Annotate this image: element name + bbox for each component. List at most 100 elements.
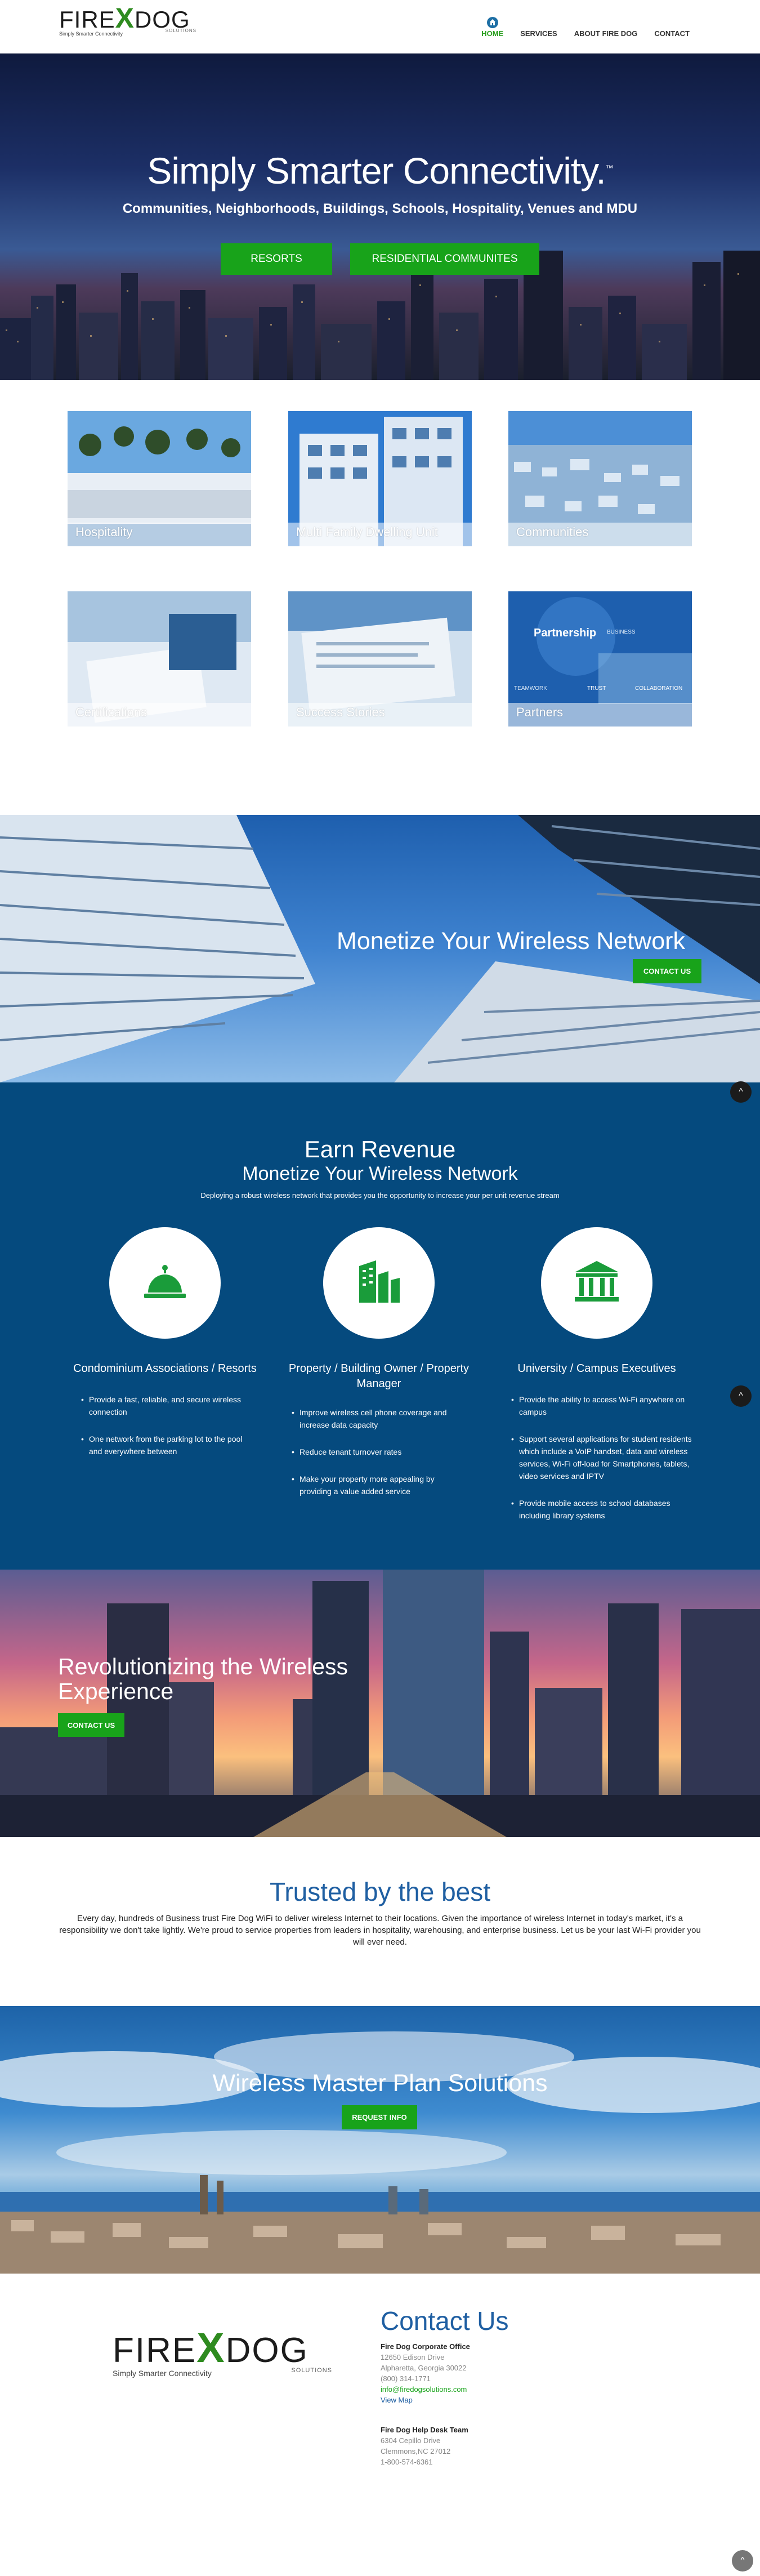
partnership-word: Partnership bbox=[534, 627, 596, 639]
earn-revenue-section: ^ Earn Revenue Monetize Your Wireless Ne… bbox=[0, 1081, 760, 1570]
col-title-property: Property / Building Owner / Property Man… bbox=[288, 1362, 470, 1390]
logo[interactable]: FIREXDOG Simply Smarter Connectivity SOL… bbox=[59, 4, 200, 41]
chevron-up-icon: ^ bbox=[739, 1391, 743, 1401]
nav-about[interactable]: ABOUT FIRE DOG bbox=[574, 17, 638, 38]
earn-title: Earn Revenue bbox=[304, 1136, 456, 1162]
hero-buttons: RESORTS RESIDENTIAL COMMUNITES bbox=[0, 243, 760, 275]
business-word: BUSINESS bbox=[607, 629, 636, 635]
revolution-contact-button[interactable]: CONTACT US bbox=[58, 1713, 124, 1737]
hero-title: Simply Smarter Connectivity.™ bbox=[0, 149, 760, 192]
scroll-top-button-2[interactable]: ^ bbox=[730, 1385, 752, 1407]
request-info-button[interactable]: REQUEST INFO bbox=[342, 2105, 417, 2129]
nav-home[interactable]: HOME bbox=[481, 17, 503, 38]
revolution-title: Revolutionizing the Wireless Experience bbox=[58, 1654, 348, 1704]
tile-label: Multi Family Dwelling Unit bbox=[296, 525, 438, 539]
monetize-title: Monetize Your Wireless Network bbox=[337, 928, 685, 955]
tile-mdu[interactable]: Multi Family Dwelling Unit bbox=[288, 411, 472, 546]
coastal-city-image bbox=[0, 2031, 760, 2274]
logo-solutions: SOLUTIONS bbox=[165, 28, 196, 33]
hero-title-text: Simply Smarter Connectivity. bbox=[147, 150, 606, 191]
nav-home-label: HOME bbox=[481, 29, 504, 38]
earn-description: Deploying a robust wireless network that… bbox=[200, 1191, 560, 1200]
office-heading: Fire Dog Corporate Office bbox=[381, 2342, 470, 2351]
tile-label: Communities bbox=[516, 525, 589, 539]
circle-university bbox=[541, 1227, 652, 1339]
hero-banner: Simply Smarter Connectivity.™ Communitie… bbox=[0, 54, 760, 380]
office-phone: (800) 314-1771 bbox=[381, 2374, 431, 2383]
tile-label: Certifications bbox=[75, 705, 147, 719]
helpdesk-phone: 1-800-574-6361 bbox=[381, 2458, 433, 2466]
category-tiles: Hospitality Multi Family Dwelling Unit C… bbox=[0, 380, 760, 815]
building-icon bbox=[359, 1260, 400, 1303]
trust-word: TRUST bbox=[587, 685, 606, 692]
monetize-banner: Monetize Your Wireless Network CONTACT U… bbox=[0, 815, 760, 1082]
list-item: Reduce tenant turnover rates bbox=[292, 1446, 461, 1458]
helpdesk-heading: Fire Dog Help Desk Team bbox=[381, 2426, 468, 2434]
chevron-up-icon: ^ bbox=[739, 1087, 743, 1097]
list-university: Provide the ability to access Wi-Fi anyw… bbox=[511, 1393, 697, 1536]
footer-logo-x: X bbox=[196, 2324, 226, 2371]
footer-logo: FIREXDOG Simply Smarter Connectivity SOL… bbox=[113, 2327, 338, 2378]
earn-subtitle: Monetize Your Wireless Network bbox=[242, 1163, 518, 1184]
chevron-up-icon: ^ bbox=[740, 2556, 745, 2565]
main-nav: HOME SERVICES ABOUT FIRE DOG CONTACT bbox=[481, 17, 690, 38]
office-email-link[interactable]: info@firedogsolutions.com bbox=[381, 2385, 467, 2394]
view-map-link[interactable]: View Map bbox=[381, 2396, 413, 2404]
trusted-title: Trusted by the best bbox=[269, 1877, 491, 1906]
list-item: One network from the parking lot to the … bbox=[81, 1433, 244, 1458]
list-item: Support several applications for student… bbox=[511, 1433, 697, 1482]
nav-about-label: ABOUT FIRE DOG bbox=[574, 29, 638, 38]
scroll-top-button[interactable]: ^ bbox=[730, 1081, 752, 1103]
service-bell-icon bbox=[144, 1265, 186, 1298]
list-property: Improve wireless cell phone coverage and… bbox=[292, 1406, 461, 1512]
circle-condo bbox=[109, 1227, 221, 1339]
helpdesk-address1: 6304 Cepillo Drive bbox=[381, 2436, 441, 2445]
hero-trademark: ™ bbox=[605, 163, 614, 172]
collaboration-word: COLLABORATION bbox=[635, 685, 682, 692]
office-address1: 12650 Edison Drive bbox=[381, 2353, 445, 2361]
tile-label: Hospitality bbox=[75, 525, 133, 539]
monetize-contact-button[interactable]: CONTACT US bbox=[633, 959, 701, 983]
site-header: FIREXDOG Simply Smarter Connectivity SOL… bbox=[0, 0, 760, 54]
nav-services-label: SERVICES bbox=[520, 29, 557, 38]
office-address2: Alpharetta, Georgia 30022 bbox=[381, 2364, 467, 2372]
help-desk-block: Fire Dog Help Desk Team 6304 Cepillo Dri… bbox=[381, 2425, 468, 2467]
tile-hospitality[interactable]: Hospitality bbox=[68, 411, 251, 546]
revolution-banner: Revolutionizing the Wireless Experience … bbox=[0, 1570, 760, 1837]
list-condo: Provide a fast, reliable, and secure wir… bbox=[81, 1393, 244, 1472]
home-icon bbox=[486, 17, 498, 28]
nav-contact-label: CONTACT bbox=[654, 29, 690, 38]
hero-subtitle: Communities, Neighborhoods, Buildings, S… bbox=[122, 201, 638, 216]
tile-communities[interactable]: Communities bbox=[508, 411, 692, 546]
list-item: Provide mobile access to school database… bbox=[511, 1497, 697, 1522]
list-item: Provide a fast, reliable, and secure wir… bbox=[81, 1393, 244, 1418]
list-item: Make your property more appealing by pro… bbox=[292, 1473, 461, 1498]
residential-communities-button[interactable]: RESIDENTIAL COMMUNITES bbox=[350, 243, 539, 275]
nav-services[interactable]: SERVICES bbox=[520, 17, 557, 38]
tile-partners[interactable]: Partnership BUSINESS TEAMWORK TRUST COLL… bbox=[508, 591, 692, 727]
nav-contact[interactable]: CONTACT bbox=[654, 17, 690, 38]
list-item: Improve wireless cell phone coverage and… bbox=[292, 1406, 461, 1431]
col-title-university: University / Campus Executives bbox=[517, 1362, 676, 1375]
tile-label: Success Stories bbox=[296, 705, 385, 719]
trusted-text: Every day, hundreds of Business trust Fi… bbox=[59, 1914, 701, 1947]
contact-title: Contact Us bbox=[381, 2306, 509, 2336]
tile-success-stories[interactable]: Success Stories bbox=[288, 591, 472, 727]
circle-property bbox=[323, 1227, 435, 1339]
footer-logo-fire: FIRE bbox=[113, 2331, 197, 2370]
tile-label: Partners bbox=[516, 705, 564, 719]
footer-logo-solutions: SOLUTIONS bbox=[291, 2367, 332, 2374]
wireless-master-banner: Wireless Master Plan Solutions REQUEST I… bbox=[0, 2006, 760, 2274]
trusted-section: Trusted by the best Every day, hundreds … bbox=[0, 1837, 760, 2006]
resorts-button[interactable]: RESORTS bbox=[221, 243, 332, 275]
helpdesk-address2: Clemmons,NC 27012 bbox=[381, 2447, 451, 2455]
site-footer: FIREXDOG Simply Smarter Connectivity SOL… bbox=[0, 2274, 760, 2576]
logo-fire: FIRE bbox=[59, 6, 115, 33]
tile-certifications[interactable]: Certifications bbox=[68, 591, 251, 727]
wireless-master-title: Wireless Master Plan Solutions bbox=[212, 2070, 548, 2097]
logo-x: X bbox=[115, 2, 135, 34]
teamwork-word: TEAMWORK bbox=[514, 685, 547, 692]
university-icon bbox=[575, 1261, 619, 1302]
footer-scroll-top-button[interactable]: ^ bbox=[732, 2550, 753, 2571]
corporate-office-block: Fire Dog Corporate Office 12650 Edison D… bbox=[381, 2341, 470, 2405]
